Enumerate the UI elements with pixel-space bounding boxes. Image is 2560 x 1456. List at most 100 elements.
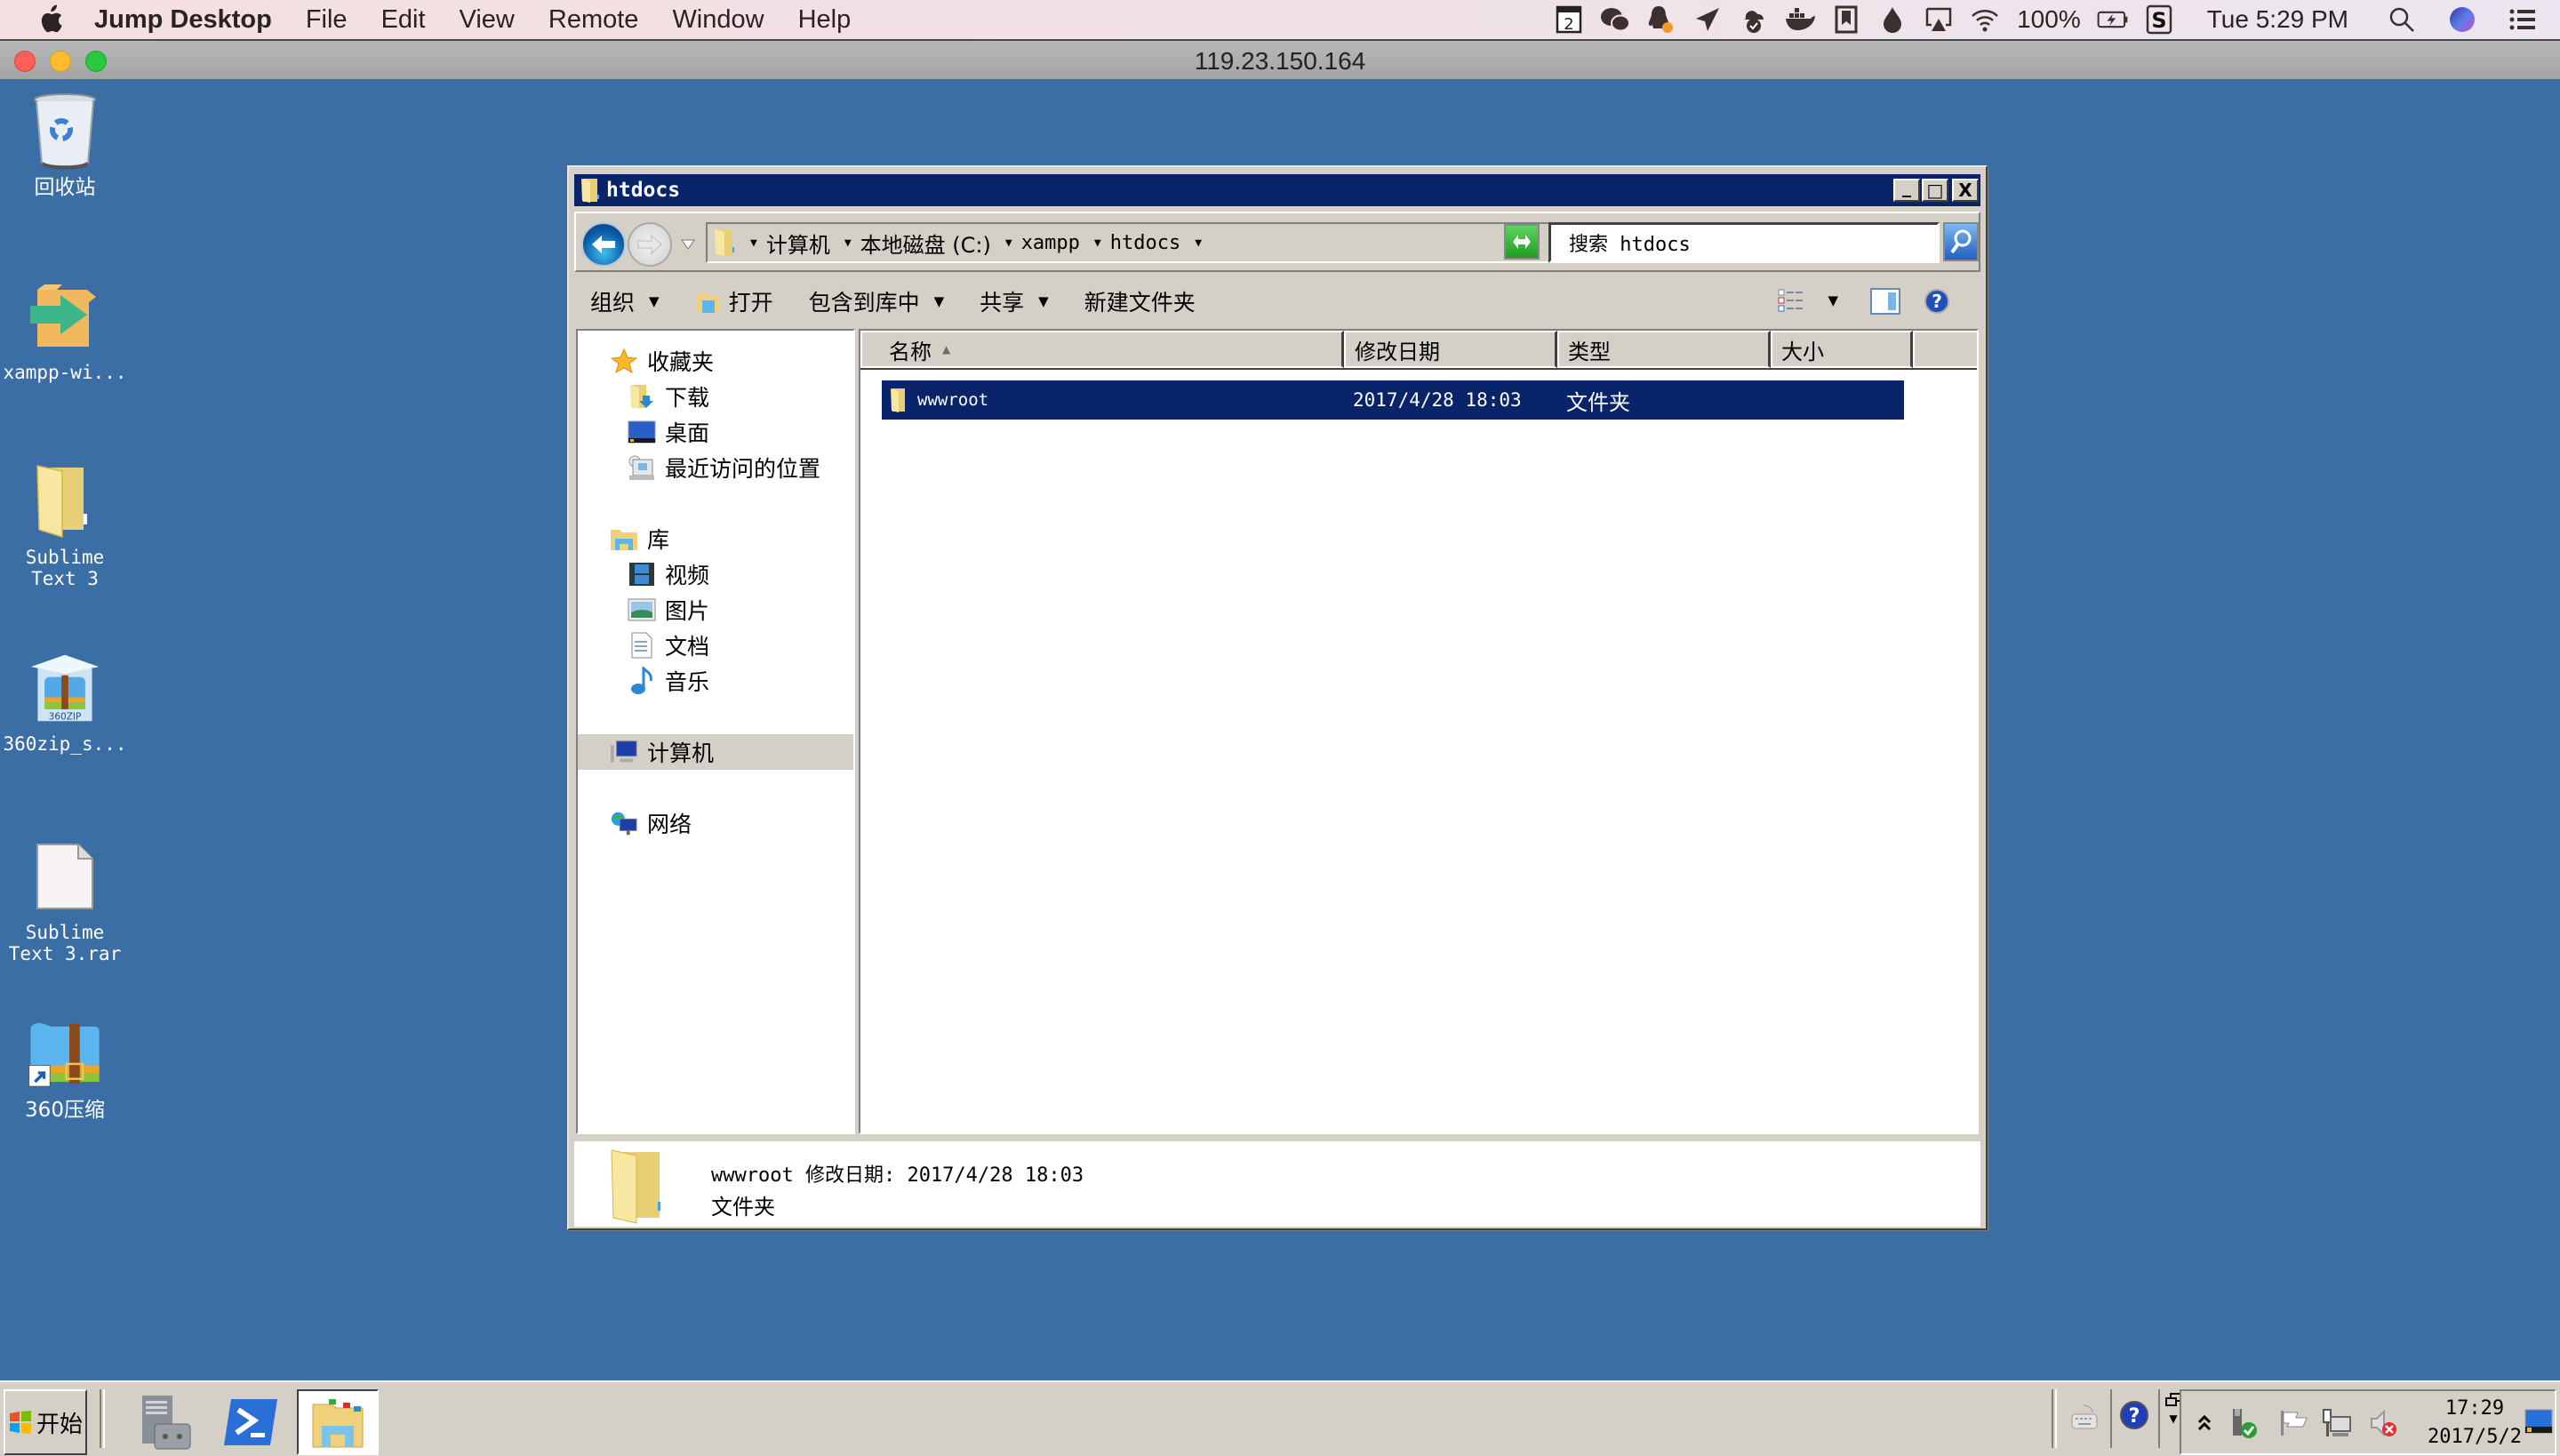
minimize-button[interactable]: _ (1893, 176, 1920, 202)
chevron-down-icon[interactable]: ▼ (1828, 292, 1838, 308)
breadcrumb-item[interactable]: ▼ 本地磁盘 (C:) (844, 228, 991, 259)
explorer-title-bar[interactable]: htdocs _ □ X (574, 174, 1980, 206)
qq-icon[interactable] (1645, 4, 1677, 35)
file-row[interactable]: wwwroot 2017/4/28 18:03 文件夹 (882, 380, 1904, 420)
send-icon[interactable] (1692, 4, 1724, 35)
view-options-button[interactable]: ▼ (1778, 288, 1838, 313)
preview-pane-icon (1870, 288, 1900, 315)
nav-favorites[interactable]: 收藏夹 (578, 343, 853, 379)
chevron-down-icon[interactable]: ▼ (1005, 236, 1012, 250)
show-hidden-icons-button[interactable] (2188, 1407, 2220, 1439)
s-app-icon[interactable]: S (2143, 4, 2175, 35)
column-header-type[interactable]: 类型 (1557, 331, 1771, 368)
apple-menu-icon[interactable] (37, 4, 64, 35)
preview-pane-button[interactable] (1870, 288, 1900, 320)
column-header-size[interactable]: 大小 (1771, 331, 1913, 368)
nav-videos[interactable]: 视频 (578, 556, 853, 592)
search-button[interactable] (1943, 222, 1979, 261)
organize-menu[interactable]: 组织 ▼ (590, 285, 660, 317)
powershell-button[interactable] (210, 1389, 292, 1455)
nav-recent-places[interactable]: 最近访问的位置 (578, 450, 853, 485)
chevron-down-icon[interactable]: ▼ (844, 236, 852, 250)
spotlight-icon[interactable] (2386, 4, 2418, 35)
nav-libraries[interactable]: 库 (578, 521, 853, 556)
volume-muted-icon[interactable] (2368, 1407, 2400, 1439)
menu-window[interactable]: Window (672, 5, 764, 35)
taskbar-clock[interactable]: 17:29 2017/5/2 (2421, 1395, 2528, 1452)
desktop-icon-360zip-setup[interactable]: 360ZIP 360zip_s... (0, 648, 132, 755)
taskbar-separator (2158, 1389, 2162, 1448)
menu-remote[interactable]: Remote (548, 5, 639, 35)
airplay-icon[interactable] (1923, 4, 1955, 35)
menu-view[interactable]: View (460, 5, 515, 35)
action-center-flag-icon[interactable] (2277, 1407, 2309, 1439)
column-header-name[interactable]: 名称 ▲ (860, 331, 1344, 368)
nav-desktop[interactable]: 桌面 (578, 414, 853, 450)
network-tray-icon[interactable] (2320, 1407, 2352, 1439)
new-folder-button[interactable]: 新建文件夹 (1084, 285, 1196, 317)
share-menu[interactable]: 共享 ▼ (980, 285, 1049, 317)
clock-time: 17:29 (2444, 1397, 2505, 1420)
menu-edit[interactable]: Edit (381, 5, 426, 35)
search-input[interactable]: 搜索 htdocs (1548, 222, 1940, 263)
refresh-button[interactable] (1504, 224, 1540, 260)
back-button[interactable] (581, 222, 626, 267)
drop-icon[interactable] (1876, 4, 1908, 35)
bookmark-icon[interactable] (1830, 4, 1862, 35)
desktop-icon-sublime-folder[interactable]: Sublime Text 3 (0, 461, 132, 589)
nav-network[interactable]: 网络 (578, 805, 853, 841)
desktop-icon-sublime-rar[interactable]: Sublime Text 3.rar (0, 836, 132, 964)
notification-center-icon[interactable] (2507, 4, 2539, 35)
details-summary: wwwroot 修改日期: 2017/4/28 18:03 (711, 1164, 1084, 1187)
start-button[interactable]: 开始 (4, 1389, 87, 1455)
close-button[interactable]: X (1952, 179, 1979, 202)
forward-button[interactable] (628, 222, 672, 267)
nav-label: 收藏夹 (647, 349, 715, 375)
folder-icon (889, 387, 908, 413)
breadcrumb-item[interactable]: ▼ htdocs (1094, 232, 1180, 254)
menu-file[interactable]: File (306, 5, 348, 35)
battery-icon[interactable] (2097, 4, 2129, 35)
chevron-down-icon[interactable]: ▼ (750, 236, 757, 250)
keyboard-icon (2071, 1404, 2098, 1429)
open-button[interactable]: 打开 (695, 285, 773, 317)
open-label: 打开 (728, 290, 773, 316)
include-in-library-menu[interactable]: 包含到库中 ▼ (809, 285, 945, 317)
safely-remove-hardware-icon[interactable] (2228, 1407, 2260, 1439)
maximize-button[interactable]: □ (1922, 179, 1948, 202)
nav-label: 库 (647, 527, 670, 553)
server-manager-button[interactable] (124, 1389, 206, 1455)
nav-computer[interactable]: 计算机 (578, 734, 853, 770)
input-method-button[interactable] (2071, 1404, 2098, 1434)
column-header-modified[interactable]: 修改日期 (1344, 331, 1557, 368)
show-desktop-button[interactable] (2524, 1409, 2553, 1437)
breadcrumb-item[interactable]: ▼ xampp (1005, 232, 1080, 254)
downloads-folder-icon (628, 382, 656, 411)
nav-downloads[interactable]: 下载 (578, 379, 853, 414)
breadcrumb-item[interactable]: ▼ 计算机 (750, 228, 830, 259)
wechat-icon[interactable] (1599, 4, 1631, 35)
siri-icon[interactable] (2446, 4, 2478, 35)
nav-music[interactable]: 音乐 (578, 663, 853, 699)
help-button[interactable]: ? (1924, 288, 1950, 320)
help-icon: ? (1924, 289, 1949, 314)
docker-icon[interactable] (1784, 4, 1816, 35)
menu-help[interactable]: Help (798, 5, 852, 35)
videos-icon (628, 560, 656, 588)
help-button[interactable]: ? (2119, 1400, 2149, 1434)
nav-pictures[interactable]: 图片 (578, 592, 853, 628)
calendar-icon[interactable]: 2 (1553, 4, 1585, 35)
menu-app-name[interactable]: Jump Desktop (94, 5, 272, 35)
wifi-icon[interactable] (1969, 4, 2001, 35)
explorer-taskbar-button[interactable] (297, 1389, 379, 1455)
cloud-check-icon[interactable] (1738, 4, 1770, 35)
desktop-icon-360zip[interactable]: 360压缩 (0, 1014, 132, 1121)
navigation-pane: 收藏夹 下载 桌面 最近访问的位置 库 视频 图片 文档 音乐 计算机 网络 (576, 329, 855, 1134)
desktop-icon-xampp[interactable]: xampp-wi... (0, 276, 132, 383)
desktop-icon-recycle-bin[interactable]: 回收站 (0, 92, 132, 198)
recent-pages-dropdown[interactable] (681, 236, 695, 253)
menubar-clock[interactable]: Tue 5:29 PM (2207, 5, 2348, 34)
chevron-down-icon[interactable]: ▼ (1094, 236, 1101, 250)
breadcrumb-children-dropdown[interactable]: ▼ (1195, 236, 1211, 250)
nav-documents[interactable]: 文档 (578, 628, 853, 663)
